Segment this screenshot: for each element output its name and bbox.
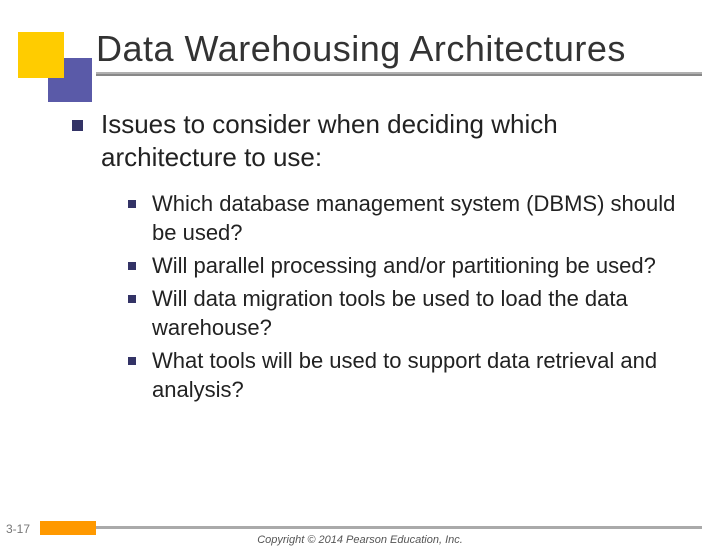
square-bullet-icon (128, 262, 136, 270)
slide-title: Data Warehousing Architectures (96, 28, 720, 70)
square-bullet-icon (128, 200, 136, 208)
decoration-yellow-square (18, 32, 64, 78)
copyright-text: Copyright © 2014 Pearson Education, Inc. (0, 534, 720, 546)
sub-bullet: Will parallel processing and/or partitio… (128, 251, 690, 280)
sub-bullet: What tools will be used to support data … (128, 346, 690, 404)
main-bullet-text: Issues to consider when deciding which a… (101, 108, 690, 175)
square-bullet-icon (72, 120, 83, 131)
slide-title-area: Data Warehousing Architectures (0, 0, 720, 70)
footer-line (96, 526, 702, 529)
sub-bullet-text: What tools will be used to support data … (152, 346, 690, 404)
square-bullet-icon (128, 357, 136, 365)
sub-bullet-text: Will data migration tools be used to loa… (152, 284, 690, 342)
slide-content: Issues to consider when deciding which a… (72, 108, 690, 408)
main-bullet: Issues to consider when deciding which a… (72, 108, 690, 175)
square-bullet-icon (128, 295, 136, 303)
sub-bullet-list: Which database management system (DBMS) … (128, 189, 690, 404)
title-underline (96, 72, 702, 76)
sub-bullet-text: Which database management system (DBMS) … (152, 189, 690, 247)
sub-bullet: Which database management system (DBMS) … (128, 189, 690, 247)
decoration-orange-bar (40, 521, 96, 535)
sub-bullet-text: Will parallel processing and/or partitio… (152, 251, 656, 280)
sub-bullet: Will data migration tools be used to loa… (128, 284, 690, 342)
